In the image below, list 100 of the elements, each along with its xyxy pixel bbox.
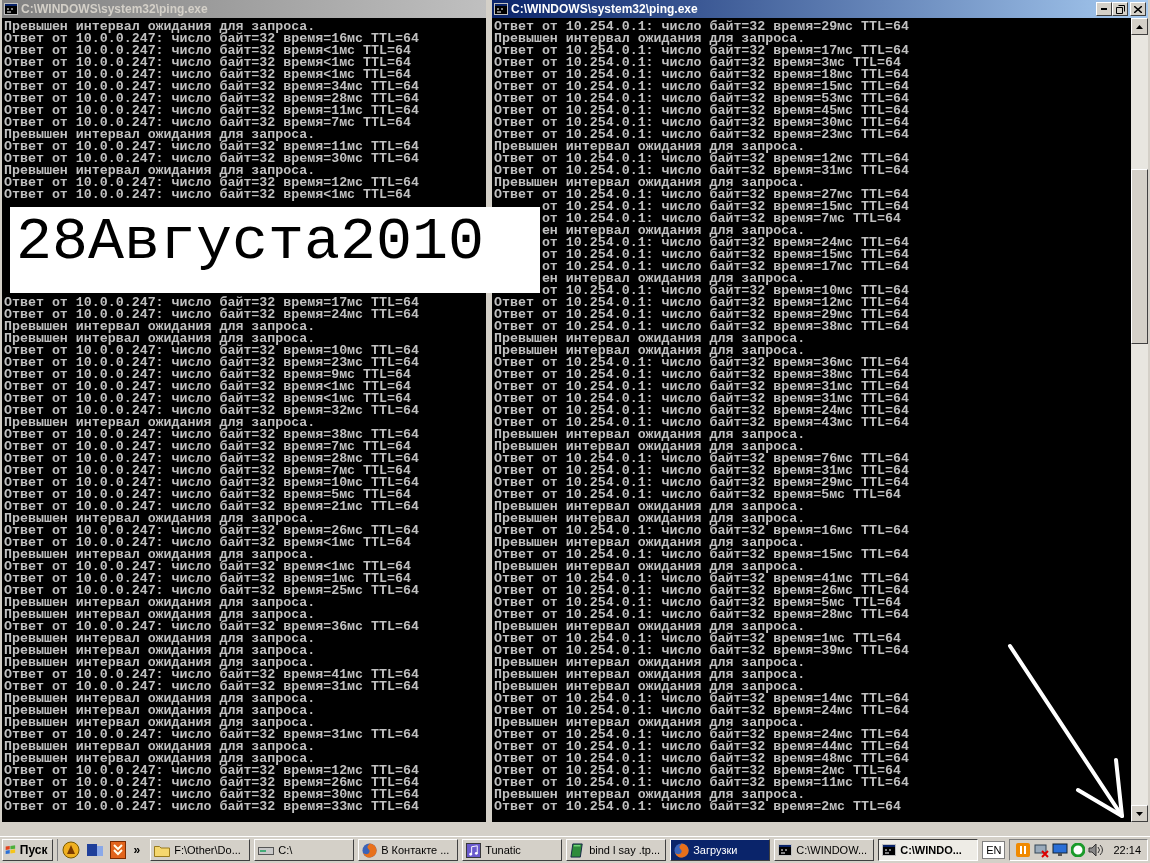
console-line: Превышен интервал ожидания для запроса. [4, 417, 316, 429]
console-line: Превышен интервал ожидания для запроса. [4, 693, 316, 705]
down-arrow-icon [1136, 811, 1143, 816]
speaker-icon[interactable] [1088, 843, 1105, 857]
drive-icon [258, 844, 275, 856]
taskbar-button[interactable]: C:\ [254, 839, 355, 861]
console-line: Превышен интервал ожидания для запроса. [494, 717, 806, 729]
network-error-icon[interactable] [1033, 842, 1050, 858]
taskbar-button[interactable]: F:\Other\Do... [150, 839, 251, 861]
taskbar-button[interactable]: Tunatic [462, 839, 563, 861]
globe-icon [674, 842, 690, 858]
download-icon[interactable] [109, 841, 126, 859]
language-indicator[interactable]: EN [982, 841, 1006, 859]
console-line: Превышен интервал ожидания для запроса. [4, 597, 316, 609]
app-icon[interactable] [85, 842, 104, 858]
console-line: Превышен интервал ожидания для запроса. [4, 645, 316, 657]
console-line: Превышен интервал ожидания для запроса. [4, 753, 316, 765]
console-line: Ответ от 10.0.0.247: число байт=32 время=7мс TTL=64 [4, 441, 411, 453]
console-line: Ответ от 10.254.0.1: число байт=32 время=5мс TTL=64 [494, 597, 901, 609]
taskbar-button[interactable]: Загрузки [670, 839, 771, 861]
console-line: Превышен интервал ожидания для запроса. [494, 501, 806, 513]
console-line: Ответ от 10.0.0.247: число байт=32 время=28мс TTL=64 [4, 453, 419, 465]
up-arrow-icon [1136, 24, 1143, 29]
more-button[interactable]: » [131, 839, 143, 861]
monitor-icon[interactable] [1052, 842, 1069, 858]
console-line: от 10.254.0.1: число байт=32 время=7мс TTL=64 [540, 213, 901, 225]
music-icon [466, 842, 482, 858]
console-line: Ответ от 10.0.0.247: число байт=32 время<1мс TTL=64 [4, 537, 411, 549]
console-line: Ответ от 10.254.0.1: число байт=32 время=16мс TTL=64 [494, 525, 909, 537]
console-line: Ответ от 10.254.0.1: число байт=32 время=76мс TTL=64 [494, 453, 909, 465]
console-line: Ответ от 10.0.0.247: число байт=32 время=25мс TTL=64 [4, 585, 419, 597]
clock: 22:14 [1113, 844, 1141, 856]
console-line: Превышен интервал ожидания для запроса. [494, 333, 806, 345]
console-line: Превышен интервал ожидания для запроса. [494, 621, 806, 633]
console-line: Ответ от 10.254.0.1: число байт=32 время=30мс TTL=64 [494, 117, 909, 129]
console-line: Превышен интервал ожидания для запроса. [494, 537, 806, 549]
console-line: Ответ от 10.254.0.1: число байт=32 время=48мс TTL=64 [494, 753, 909, 765]
console-line: Ответ от 10.0.0.247: число байт=32 время=31мс TTL=64 [4, 681, 419, 693]
console-line: Превышен интервал ожидания для запроса. [494, 33, 806, 45]
taskbar-button[interactable]: C:\WINDOW... [774, 839, 875, 861]
console-line: Ответ от 10.254.0.1: число байт=32 время=5мс TTL=64 [494, 489, 901, 501]
console-line: Ответ от 10.254.0.1: число байт=32 время=24мс TTL=64 [494, 405, 909, 417]
console-icon [494, 3, 508, 15]
console-line: Ответ от 10.254.0.1: число байт=32 время=18мс TTL=64 [494, 69, 909, 81]
console-line: Ответ от 10.0.0.247: число байт=32 время=11мс TTL=64 [4, 105, 419, 117]
close-button[interactable] [1130, 2, 1146, 16]
console-line: Ответ от 10.0.0.247: число байт=32 время=34мс TTL=64 [4, 81, 419, 93]
windows-flag-icon [5, 843, 16, 857]
console-line: Превышен интервал ожидания для запроса. [4, 513, 316, 525]
console-line: Ответ от 10.254.0.1: число байт=32 время=41мс TTL=64 [494, 573, 909, 585]
scrollbar[interactable] [1131, 18, 1148, 822]
console-line: Ответ от 10.0.0.247: число байт=32 время=7мс TTL=64 [4, 117, 411, 129]
scroll-down-button[interactable] [1131, 805, 1148, 822]
console-line: Ответ от 10.0.0.247: число байт=32 время=36мс TTL=64 [4, 621, 419, 633]
console-line: Превышен интервал ожидания для запроса. [4, 333, 316, 345]
console-line: Ответ от 10.254.0.1: число байт=32 время=29мс TTL=64 [494, 477, 909, 489]
console-line: Ответ от 10.254.0.1: число байт=32 время=2мс TTL=64 [494, 765, 901, 777]
console-line: Ответ от 10.254.0.1: число байт=32 время=15мс TTL=64 [494, 549, 909, 561]
minimize-button[interactable] [1096, 2, 1112, 16]
scroll-thumb[interactable] [1131, 169, 1148, 344]
circle-logo-icon[interactable] [61, 841, 80, 859]
console-line: Ответ от 10.254.0.1: число байт=32 время=12мс TTL=64 [494, 297, 909, 309]
console-line: Ответ от 10.254.0.1: число байт=32 время=44мс TTL=64 [494, 741, 909, 753]
scroll-up-button[interactable] [1131, 18, 1148, 35]
console-line: Ответ от 10.0.0.247: число байт=32 время=7мс TTL=64 [4, 465, 411, 477]
console-line: Превышен интервал ожидания для запроса. [494, 345, 806, 357]
console-line: Ответ от 10.254.0.1: число байт=32 время=53мс TTL=64 [494, 93, 909, 105]
console-line: Ответ от 10.254.0.1: число байт=32 время=43мс TTL=64 [494, 417, 909, 429]
maximize-button[interactable] [1112, 2, 1128, 16]
console-line: Ответ от 10.0.0.247: число байт=32 время<1мс TTL=64 [4, 189, 411, 201]
console-line: Ответ от 10.254.0.1: число байт=32 время=2мс TTL=64 [494, 801, 901, 813]
console-line: Ответ от 10.0.0.247: число байт=32 время=24мс TTL=64 [4, 309, 419, 321]
console-line: Ответ от 10.254.0.1: число байт=32 время=39мс TTL=64 [494, 645, 909, 657]
console-line: Превышен интервал ожидания для запроса. [494, 141, 806, 153]
console-line: Ответ от 10.254.0.1: число байт=32 время=31мс TTL=64 [494, 465, 909, 477]
taskbar-button[interactable]: bind l say .tp... [566, 839, 667, 861]
console-icon [4, 3, 18, 15]
console-line: Ответ от 10.254.0.1: число байт=32 время=11мс TTL=64 [494, 777, 909, 789]
console-line: Превышен интервал ожидания для запроса. [494, 441, 806, 453]
console-line: Ответ от 10.254.0.1: число байт=32 время=45мс TTL=64 [494, 105, 909, 117]
console-line: Ответ от 10.254.0.1: число байт=32 время=23мс TTL=64 [494, 129, 909, 141]
console-line: Превышен интервал ожидания для запроса. [4, 609, 316, 621]
console-line: ен интервал ожидания для запроса. [540, 225, 806, 237]
console-line: Превышен интервал ожидания для запроса. [494, 657, 806, 669]
start-button[interactable]: Пуск [2, 839, 53, 861]
console-line: Ответ от 10.254.0.1: число байт=32 время=29мс TTL=64 [494, 21, 909, 33]
console-line: Ответ от 10.254.0.1: число байт=32 время=14мс TTL=64 [494, 693, 909, 705]
date-caption: 28Августа2010 [10, 207, 540, 293]
console-line: Превышен интервал ожидания для запроса. [4, 165, 316, 177]
console-line: Превышен интервал ожидания для запроса. [494, 561, 806, 573]
console-line: Ответ от 10.254.0.1: число байт=32 время=17мс TTL=64 [494, 45, 909, 57]
taskbar-button[interactable]: C:\WINDO... [878, 839, 979, 861]
console-line: Ответ от 10.0.0.247: число байт=32 время<1мс TTL=64 [4, 381, 411, 393]
console-line: Ответ от 10.0.0.247: число байт=32 время=12мс TTL=64 [4, 177, 419, 189]
console-line: Ответ от 10.254.0.1: число байт=32 время=24мс TTL=64 [494, 729, 909, 741]
console-line: Ответ от 10.0.0.247: число байт=32 время=32мс TTL=64 [4, 405, 419, 417]
taskbar-button[interactable]: В Контакте ... [358, 839, 459, 861]
console-icon [882, 844, 897, 856]
console-line: Превышен интервал ожидания для запроса. [4, 549, 316, 561]
console-line: Ответ от 10.0.0.247: число байт=32 время=1мс TTL=64 [4, 573, 411, 585]
